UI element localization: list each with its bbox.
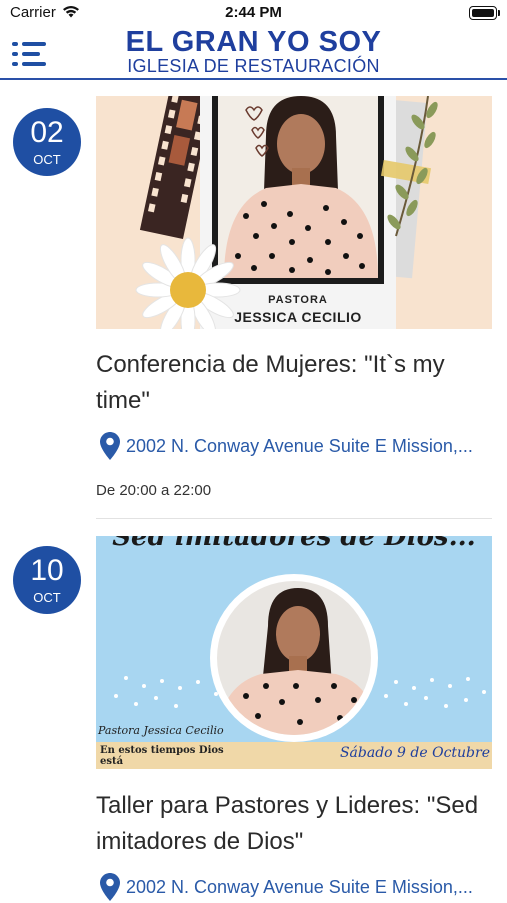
app-subtitle: IGLESIA DE RESTAURACIÓN: [127, 56, 380, 76]
app-title: EL GRAN YO SOY: [125, 26, 382, 58]
clock: 2:44 PM: [225, 4, 282, 21]
date-badge: 02 OCT: [13, 108, 81, 176]
event-time: De 20:00 a 22:00: [96, 482, 212, 499]
flyer-header-script: Sed imitadores de Dios...: [112, 536, 476, 552]
flyer-label-name: JESSICA CECILIO: [234, 309, 362, 325]
date-badge: 10 OCT: [13, 546, 81, 614]
event-location[interactable]: 2002 N. Conway Avenue Suite E Mission,..…: [100, 873, 490, 903]
flyer-label-top: PASTORA: [268, 294, 328, 306]
flyer-caption: En estos tiempos Dios está: [100, 745, 224, 767]
flyer-name-script: Pastora Jessica Cecilio: [98, 724, 224, 737]
event-image[interactable]: PASTORA JESSICA CECILIO: [96, 96, 492, 329]
date-day: 02: [30, 116, 64, 149]
header-divider: [0, 78, 507, 80]
status-bar: Carrier 2:44 PM: [0, 0, 507, 28]
location-pin-icon: [100, 873, 120, 901]
date-month: OCT: [33, 152, 61, 167]
location-text: 2002 N. Conway Avenue Suite E Mission,..…: [126, 877, 473, 897]
location-text: 2002 N. Conway Avenue Suite E Mission,..…: [126, 436, 473, 456]
event-title[interactable]: Taller para Pastores y Lideres: "Sed imi…: [96, 788, 492, 860]
event-location[interactable]: 2002 N. Conway Avenue Suite E Mission,..…: [100, 432, 490, 462]
app-header: EL GRAN YO SOY IGLESIA DE RESTAURACIÓN: [0, 26, 507, 80]
date-month: OCT: [33, 590, 61, 605]
date-day: 10: [30, 554, 64, 587]
flyer-date-script: Sábado 9 de Octubre: [339, 745, 490, 761]
event-divider: [96, 518, 492, 519]
battery-icon: [469, 6, 500, 20]
location-pin-icon: [100, 432, 120, 460]
event-title[interactable]: Conferencia de Mujeres: "It`s my time": [96, 347, 492, 419]
event-image[interactable]: Sed imitadores de Dios... Pastora Jessic…: [96, 536, 492, 769]
